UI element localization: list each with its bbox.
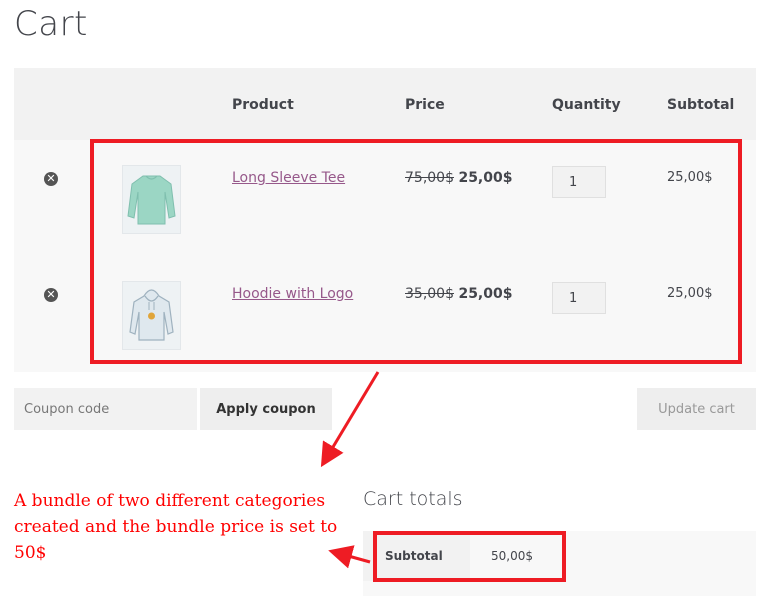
annotation-arrows xyxy=(320,371,380,569)
arrow-icon xyxy=(320,371,380,468)
arrow-icon xyxy=(328,545,371,569)
